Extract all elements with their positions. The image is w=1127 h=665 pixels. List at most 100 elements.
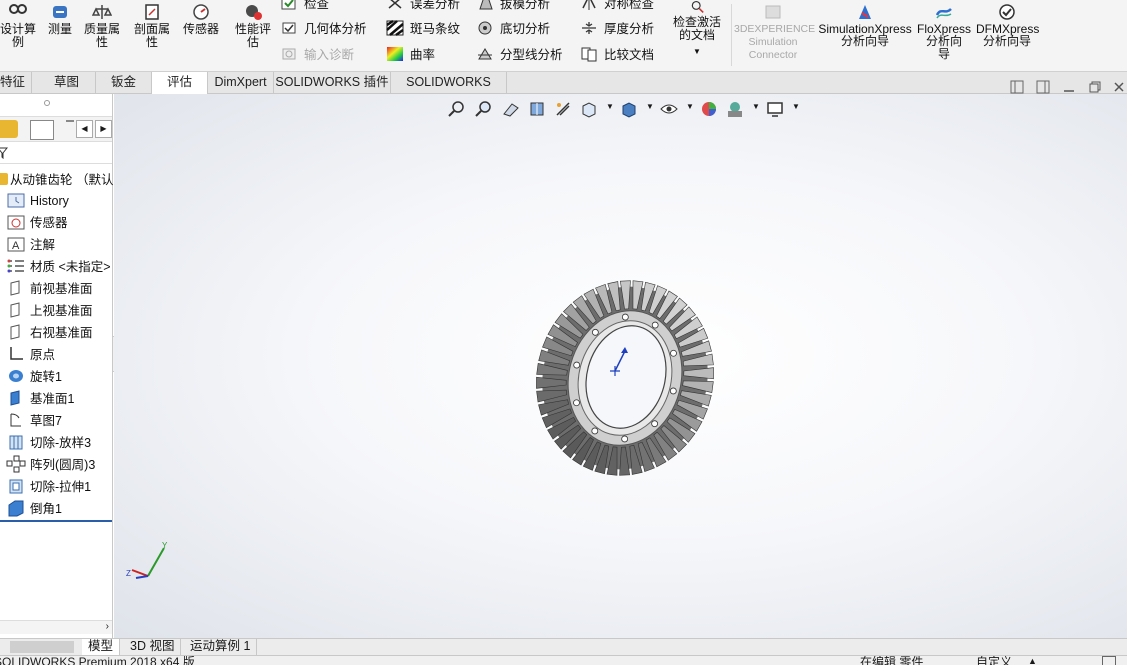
design-study-icon: [9, 4, 27, 14]
tab-sketch[interactable]: 草图: [38, 72, 96, 94]
view-settings-icon[interactable]: [766, 100, 784, 118]
panel-collapse-handle[interactable]: [44, 100, 50, 106]
command-manager-tabs: 特征 草图 钣金 评估 DimXpert SOLIDWORKS 插件 SOLID…: [0, 72, 1127, 110]
tree-item-circular-pattern3[interactable]: 阵列(圆周)3: [6, 455, 95, 475]
performance-evaluation-button[interactable]: 性能评估: [231, 0, 275, 49]
previous-view-icon[interactable]: [502, 100, 520, 118]
mass-properties-button[interactable]: 质量属性: [80, 0, 124, 49]
restore-icon[interactable]: [1088, 80, 1102, 94]
symmetry-check-button[interactable]: 对称检查: [580, 0, 654, 13]
check-active-document-button[interactable]: 检查激活的文档 ▼: [668, 0, 726, 58]
tab-features[interactable]: 特征: [0, 72, 32, 94]
tile-right-icon[interactable]: [1036, 80, 1050, 94]
zoom-to-fit-icon[interactable]: [448, 100, 466, 118]
tab-dimxpert[interactable]: DimXpert: [208, 72, 274, 94]
apply-scene-icon[interactable]: [726, 100, 744, 118]
tab-motion-study-1[interactable]: 运动算例 1: [184, 639, 258, 655]
tree-item-top-plane[interactable]: 上视基准面: [6, 301, 93, 321]
status-app-version: SOLIDWORKS Premium 2018 x64 版: [0, 655, 195, 665]
tile-left-icon[interactable]: [1010, 80, 1024, 94]
configuration-manager-tab-icon[interactable]: [66, 120, 74, 122]
edit-appearance-icon[interactable]: [700, 100, 718, 118]
tree-item-history[interactable]: History: [6, 191, 69, 211]
tab-sheet-metal[interactable]: 钣金: [96, 72, 152, 94]
import-diagnostics-button[interactable]: 输入诊断: [280, 46, 354, 64]
dfmxpress-button[interactable]: DFMXpress 分析向导: [976, 0, 1039, 47]
triad-y-label: Y: [162, 541, 168, 550]
dropdown-arrow-icon[interactable]: ▼: [792, 102, 800, 111]
tree-item-sensors[interactable]: 传感器: [6, 213, 68, 233]
zoom-to-area-icon[interactable]: [475, 100, 493, 118]
tab-evaluate[interactable]: 评估: [152, 72, 208, 95]
undercut-analysis-button[interactable]: 底切分析: [476, 20, 550, 38]
part-icon: [0, 173, 8, 185]
dynamic-annotation-icon[interactable]: [554, 100, 572, 118]
check-button[interactable]: 检查: [280, 0, 329, 13]
tree-item-sketch7[interactable]: 草图7: [6, 411, 62, 431]
ribbon-separator: [731, 4, 732, 66]
draft-analysis-button[interactable]: 拔模分析: [476, 0, 550, 13]
measure-button[interactable]: 测量: [42, 0, 78, 35]
design-study-button[interactable]: 设计算例: [0, 0, 36, 49]
tab-nav-buttons[interactable]: [10, 641, 74, 653]
deviation-analysis-button[interactable]: 误差分析: [386, 0, 460, 13]
compare-documents-button[interactable]: 比较文档: [580, 46, 654, 64]
dropdown-arrow-icon[interactable]: ▼: [686, 102, 694, 111]
tree-item-annotations[interactable]: A 注解: [6, 235, 55, 255]
tree-item-chamfer1[interactable]: 倒角1: [6, 499, 62, 519]
geometry-analysis-button[interactable]: 几何体分析: [280, 20, 367, 38]
symmetry-icon: [582, 0, 596, 10]
tree-item-revolve1[interactable]: 旋转1: [6, 367, 62, 387]
tree-horizontal-scrollbar[interactable]: ›: [0, 620, 112, 634]
tree-item-right-plane[interactable]: 右视基准面: [6, 323, 93, 343]
bevel-gear-model[interactable]: [530, 275, 730, 481]
zebra-stripes-button[interactable]: 斑马条纹: [386, 20, 460, 38]
feature-manager-tab-icon[interactable]: [0, 120, 18, 138]
heads-up-view-toolbar: ▼ ▼ ▼ ▼ ▼: [448, 100, 808, 118]
property-manager-tab-icon[interactable]: [30, 120, 54, 140]
scroll-left-button[interactable]: ◀: [76, 120, 93, 138]
section-view-icon[interactable]: [528, 100, 546, 118]
dropdown-arrow-icon[interactable]: ▼: [646, 102, 654, 111]
rollback-bar[interactable]: [0, 520, 112, 522]
simulationxpress-icon: [859, 5, 871, 19]
annotations-icon: A: [7, 237, 25, 252]
tree-item-front-plane[interactable]: 前视基准面: [6, 279, 93, 299]
floxpress-button[interactable]: FloXpress 分析向导: [916, 0, 972, 61]
thickness-analysis-button[interactable]: 厚度分析: [580, 20, 654, 38]
display-style-icon[interactable]: [620, 100, 638, 118]
dropdown-arrow-icon[interactable]: ▼: [668, 46, 726, 58]
view-orientation-icon[interactable]: [580, 100, 598, 118]
history-folder-icon: [7, 193, 25, 208]
parting-line-analysis-button[interactable]: 分型线分析: [476, 46, 563, 64]
tree-item-material[interactable]: 材质 <未指定>: [6, 257, 111, 277]
scroll-right-button[interactable]: ▶: [95, 120, 112, 138]
tab-3d-views[interactable]: 3D 视图: [124, 639, 182, 655]
status-settings-icon[interactable]: [1102, 656, 1116, 665]
tree-item-origin[interactable]: 原点: [6, 345, 55, 365]
tree-item-plane1[interactable]: 基准面1: [6, 389, 74, 409]
cut-loft-icon: [9, 435, 23, 450]
tab-model[interactable]: 模型: [82, 639, 121, 655]
section-properties-button[interactable]: 剖面属性: [130, 0, 174, 49]
3dexperience-connector-button[interactable]: 3DEXPERIENCE Simulation Connector: [734, 0, 815, 62]
sensor-button[interactable]: 传感器: [179, 0, 223, 35]
cut-extrude-icon: [9, 479, 23, 494]
status-units-menu[interactable]: 自定义: [976, 656, 1012, 665]
filter-row[interactable]: [0, 144, 112, 164]
close-icon[interactable]: [1112, 80, 1126, 94]
hide-show-items-icon[interactable]: [660, 100, 678, 118]
scroll-right-arrow-icon[interactable]: ›: [106, 621, 109, 632]
minimize-icon[interactable]: [1062, 80, 1076, 94]
tab-solidworks-addins[interactable]: SOLIDWORKS 插件: [274, 72, 391, 94]
curvature-button[interactable]: 曲率: [386, 46, 435, 64]
tree-root-part[interactable]: 从动锥齿轮 （默认<: [0, 170, 121, 190]
tab-solidworks-mbd[interactable]: SOLIDWORKS MBD: [391, 72, 507, 110]
simulationxpress-button[interactable]: SimulationXpress 分析向导: [818, 0, 912, 47]
dropdown-arrow-icon[interactable]: ▼: [752, 102, 760, 111]
svg-text:A: A: [12, 240, 20, 252]
dropdown-arrow-icon[interactable]: ▼: [606, 102, 614, 111]
tree-item-cut-loft3[interactable]: 切除-放样3: [6, 433, 91, 453]
chevron-up-icon[interactable]: ▲: [1028, 656, 1037, 665]
tree-item-cut-extrude1[interactable]: 切除-拉伸1: [6, 477, 91, 497]
